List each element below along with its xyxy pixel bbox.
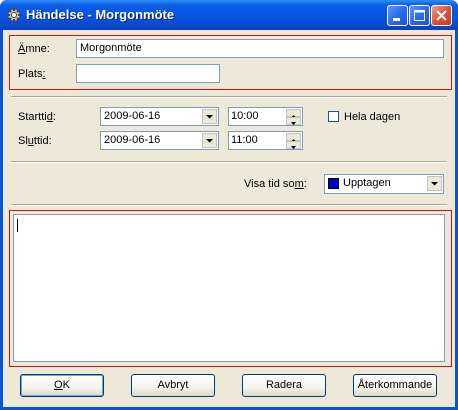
start-date-picker[interactable]: 2009-06-16 [100, 107, 219, 126]
show-time-as-label: Visa tid som: [244, 178, 307, 190]
gear-icon [6, 7, 22, 23]
end-date-picker[interactable]: 2009-06-16 [100, 131, 219, 150]
window-title: Händelse - Morgonmöte [26, 7, 175, 22]
start-time-spinner[interactable]: 10:00 [228, 107, 303, 126]
close-button[interactable] [431, 5, 452, 26]
notes-textarea[interactable] [13, 214, 445, 362]
close-icon [436, 10, 447, 21]
all-day-label: Hela dagen [344, 111, 401, 123]
spin-up-icon[interactable] [286, 133, 301, 142]
delete-button[interactable]: Radera [242, 374, 326, 397]
cancel-button[interactable]: Avbryt [131, 374, 215, 397]
end-label: Sluttid: [18, 135, 52, 147]
chevron-down-icon[interactable] [202, 109, 217, 124]
separator [11, 161, 447, 163]
dialog-window: Händelse - Morgonmöte Ämne: Morgonmöte P… [0, 0, 458, 410]
start-label: Starttid: [18, 111, 56, 123]
start-date-value: 2009-06-16 [104, 110, 161, 122]
ok-button[interactable]: OK [20, 374, 104, 397]
title-bar[interactable]: Händelse - Morgonmöte [0, 0, 458, 30]
all-day-checkbox[interactable] [328, 111, 339, 122]
subject-label: Ämne: [18, 43, 50, 55]
show-time-as-select[interactable]: Upptagen [324, 174, 444, 194]
end-date-value: 2009-06-16 [104, 134, 161, 146]
maximize-button[interactable] [409, 5, 430, 26]
subject-input[interactable]: Morgonmöte [76, 39, 444, 58]
spin-down-icon[interactable] [286, 141, 301, 149]
recurrence-button[interactable]: Återkommande [353, 374, 437, 397]
location-input[interactable] [76, 64, 220, 83]
busy-color-swatch [328, 178, 339, 189]
chevron-down-icon[interactable] [202, 133, 217, 148]
start-time-value: 10:00 [231, 110, 259, 122]
maximize-icon [414, 10, 425, 21]
chevron-down-icon[interactable] [427, 176, 442, 191]
location-label: Plats: [18, 68, 46, 80]
minimize-button[interactable] [387, 5, 408, 26]
minimize-icon [393, 18, 400, 21]
separator [11, 96, 447, 98]
show-time-as-value: Upptagen [343, 177, 391, 189]
text-cursor [17, 219, 18, 232]
end-time-spinner[interactable]: 11:00 [228, 131, 303, 150]
end-time-value: 11:00 [231, 134, 258, 146]
separator [11, 204, 447, 206]
spin-up-icon[interactable] [286, 109, 301, 118]
dialog-body: Ämne: Morgonmöte Plats: Starttid: 2009-0… [3, 30, 455, 407]
spin-down-icon[interactable] [286, 117, 301, 125]
